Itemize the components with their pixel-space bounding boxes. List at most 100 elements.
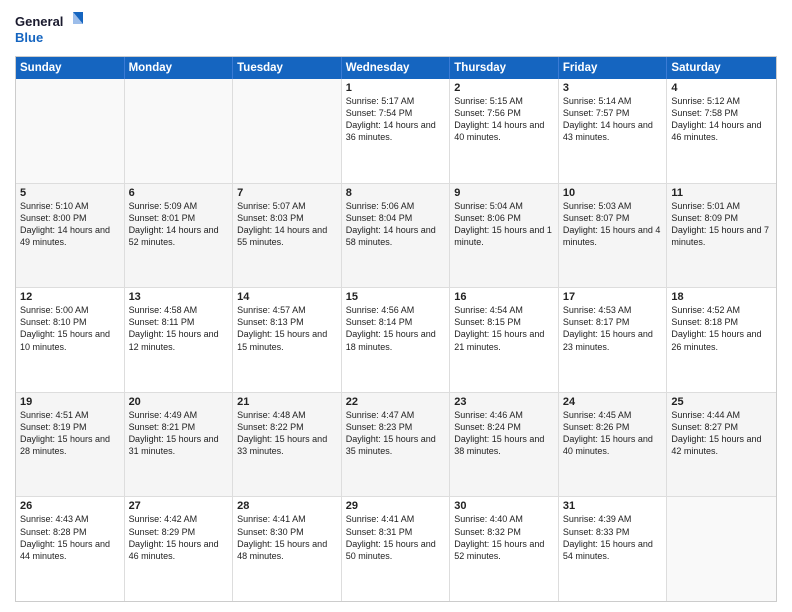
day-number: 4 [671,82,772,94]
day-number: 11 [671,187,772,199]
day-number: 15 [346,291,446,303]
day-header-thursday: Thursday [450,57,559,79]
calendar-row-3: 12Sunrise: 5:00 AMSunset: 8:10 PMDayligh… [16,288,776,393]
day-header-monday: Monday [125,57,234,79]
day-number: 23 [454,396,554,408]
day-number: 16 [454,291,554,303]
day-number: 27 [129,500,229,512]
cell-info: Sunrise: 4:53 AMSunset: 8:17 PMDaylight:… [563,304,663,353]
day-number: 9 [454,187,554,199]
calendar-cell: 26Sunrise: 4:43 AMSunset: 8:28 PMDayligh… [16,497,125,601]
cell-info: Sunrise: 4:46 AMSunset: 8:24 PMDaylight:… [454,409,554,458]
calendar-cell: 1Sunrise: 5:17 AMSunset: 7:54 PMDaylight… [342,79,451,183]
day-number: 1 [346,82,446,94]
cell-info: Sunrise: 4:42 AMSunset: 8:29 PMDaylight:… [129,513,229,562]
calendar-cell: 16Sunrise: 4:54 AMSunset: 8:15 PMDayligh… [450,288,559,392]
calendar-cell: 20Sunrise: 4:49 AMSunset: 8:21 PMDayligh… [125,393,234,497]
calendar-cell: 22Sunrise: 4:47 AMSunset: 8:23 PMDayligh… [342,393,451,497]
calendar-cell: 2Sunrise: 5:15 AMSunset: 7:56 PMDaylight… [450,79,559,183]
calendar-cell: 9Sunrise: 5:04 AMSunset: 8:06 PMDaylight… [450,184,559,288]
cell-info: Sunrise: 5:03 AMSunset: 8:07 PMDaylight:… [563,200,663,249]
calendar-cell: 8Sunrise: 5:06 AMSunset: 8:04 PMDaylight… [342,184,451,288]
logo-svg: General Blue [15,10,85,48]
cell-info: Sunrise: 4:49 AMSunset: 8:21 PMDaylight:… [129,409,229,458]
day-number: 18 [671,291,772,303]
calendar-cell [125,79,234,183]
calendar-cell: 23Sunrise: 4:46 AMSunset: 8:24 PMDayligh… [450,393,559,497]
cell-info: Sunrise: 4:58 AMSunset: 8:11 PMDaylight:… [129,304,229,353]
calendar-cell: 19Sunrise: 4:51 AMSunset: 8:19 PMDayligh… [16,393,125,497]
cell-info: Sunrise: 5:06 AMSunset: 8:04 PMDaylight:… [346,200,446,249]
day-number: 19 [20,396,120,408]
day-number: 26 [20,500,120,512]
cell-info: Sunrise: 5:04 AMSunset: 8:06 PMDaylight:… [454,200,554,249]
day-number: 20 [129,396,229,408]
svg-text:General: General [15,14,63,29]
cell-info: Sunrise: 5:12 AMSunset: 7:58 PMDaylight:… [671,95,772,144]
day-number: 8 [346,187,446,199]
cell-info: Sunrise: 5:07 AMSunset: 8:03 PMDaylight:… [237,200,337,249]
cell-info: Sunrise: 4:40 AMSunset: 8:32 PMDaylight:… [454,513,554,562]
calendar-cell [667,497,776,601]
day-number: 2 [454,82,554,94]
cell-info: Sunrise: 5:10 AMSunset: 8:00 PMDaylight:… [20,200,120,249]
calendar-cell: 30Sunrise: 4:40 AMSunset: 8:32 PMDayligh… [450,497,559,601]
calendar-cell: 24Sunrise: 4:45 AMSunset: 8:26 PMDayligh… [559,393,668,497]
calendar-cell: 31Sunrise: 4:39 AMSunset: 8:33 PMDayligh… [559,497,668,601]
calendar-cell: 21Sunrise: 4:48 AMSunset: 8:22 PMDayligh… [233,393,342,497]
day-number: 22 [346,396,446,408]
day-header-wednesday: Wednesday [342,57,451,79]
calendar-cell: 17Sunrise: 4:53 AMSunset: 8:17 PMDayligh… [559,288,668,392]
calendar-row-5: 26Sunrise: 4:43 AMSunset: 8:28 PMDayligh… [16,497,776,601]
cell-info: Sunrise: 4:43 AMSunset: 8:28 PMDaylight:… [20,513,120,562]
calendar-row-2: 5Sunrise: 5:10 AMSunset: 8:00 PMDaylight… [16,184,776,289]
cell-info: Sunrise: 4:56 AMSunset: 8:14 PMDaylight:… [346,304,446,353]
day-number: 5 [20,187,120,199]
day-number: 25 [671,396,772,408]
day-number: 30 [454,500,554,512]
calendar-cell: 15Sunrise: 4:56 AMSunset: 8:14 PMDayligh… [342,288,451,392]
calendar-cell [16,79,125,183]
calendar-cell: 5Sunrise: 5:10 AMSunset: 8:00 PMDaylight… [16,184,125,288]
cell-info: Sunrise: 4:57 AMSunset: 8:13 PMDaylight:… [237,304,337,353]
cell-info: Sunrise: 4:48 AMSunset: 8:22 PMDaylight:… [237,409,337,458]
calendar-cell: 7Sunrise: 5:07 AMSunset: 8:03 PMDaylight… [233,184,342,288]
calendar-body: 1Sunrise: 5:17 AMSunset: 7:54 PMDaylight… [16,79,776,601]
day-number: 17 [563,291,663,303]
header: General Blue [15,10,777,48]
cell-info: Sunrise: 5:01 AMSunset: 8:09 PMDaylight:… [671,200,772,249]
day-number: 28 [237,500,337,512]
cell-info: Sunrise: 4:54 AMSunset: 8:15 PMDaylight:… [454,304,554,353]
cell-info: Sunrise: 4:39 AMSunset: 8:33 PMDaylight:… [563,513,663,562]
calendar-cell: 3Sunrise: 5:14 AMSunset: 7:57 PMDaylight… [559,79,668,183]
cell-info: Sunrise: 4:51 AMSunset: 8:19 PMDaylight:… [20,409,120,458]
calendar-cell: 11Sunrise: 5:01 AMSunset: 8:09 PMDayligh… [667,184,776,288]
cell-info: Sunrise: 5:00 AMSunset: 8:10 PMDaylight:… [20,304,120,353]
day-number: 31 [563,500,663,512]
calendar-row-4: 19Sunrise: 4:51 AMSunset: 8:19 PMDayligh… [16,393,776,498]
day-number: 7 [237,187,337,199]
day-header-friday: Friday [559,57,668,79]
day-number: 29 [346,500,446,512]
calendar-cell: 25Sunrise: 4:44 AMSunset: 8:27 PMDayligh… [667,393,776,497]
calendar-cell: 10Sunrise: 5:03 AMSunset: 8:07 PMDayligh… [559,184,668,288]
day-number: 24 [563,396,663,408]
cell-info: Sunrise: 4:41 AMSunset: 8:30 PMDaylight:… [237,513,337,562]
cell-info: Sunrise: 5:09 AMSunset: 8:01 PMDaylight:… [129,200,229,249]
day-number: 13 [129,291,229,303]
calendar-cell: 13Sunrise: 4:58 AMSunset: 8:11 PMDayligh… [125,288,234,392]
calendar-cell: 27Sunrise: 4:42 AMSunset: 8:29 PMDayligh… [125,497,234,601]
day-number: 6 [129,187,229,199]
cell-info: Sunrise: 4:45 AMSunset: 8:26 PMDaylight:… [563,409,663,458]
calendar-row-1: 1Sunrise: 5:17 AMSunset: 7:54 PMDaylight… [16,79,776,184]
cell-info: Sunrise: 5:15 AMSunset: 7:56 PMDaylight:… [454,95,554,144]
calendar-cell [233,79,342,183]
day-header-saturday: Saturday [667,57,776,79]
day-number: 3 [563,82,663,94]
calendar-cell: 28Sunrise: 4:41 AMSunset: 8:30 PMDayligh… [233,497,342,601]
calendar-cell: 29Sunrise: 4:41 AMSunset: 8:31 PMDayligh… [342,497,451,601]
cell-info: Sunrise: 4:44 AMSunset: 8:27 PMDaylight:… [671,409,772,458]
cell-info: Sunrise: 5:17 AMSunset: 7:54 PMDaylight:… [346,95,446,144]
day-header-sunday: Sunday [16,57,125,79]
cell-info: Sunrise: 4:41 AMSunset: 8:31 PMDaylight:… [346,513,446,562]
